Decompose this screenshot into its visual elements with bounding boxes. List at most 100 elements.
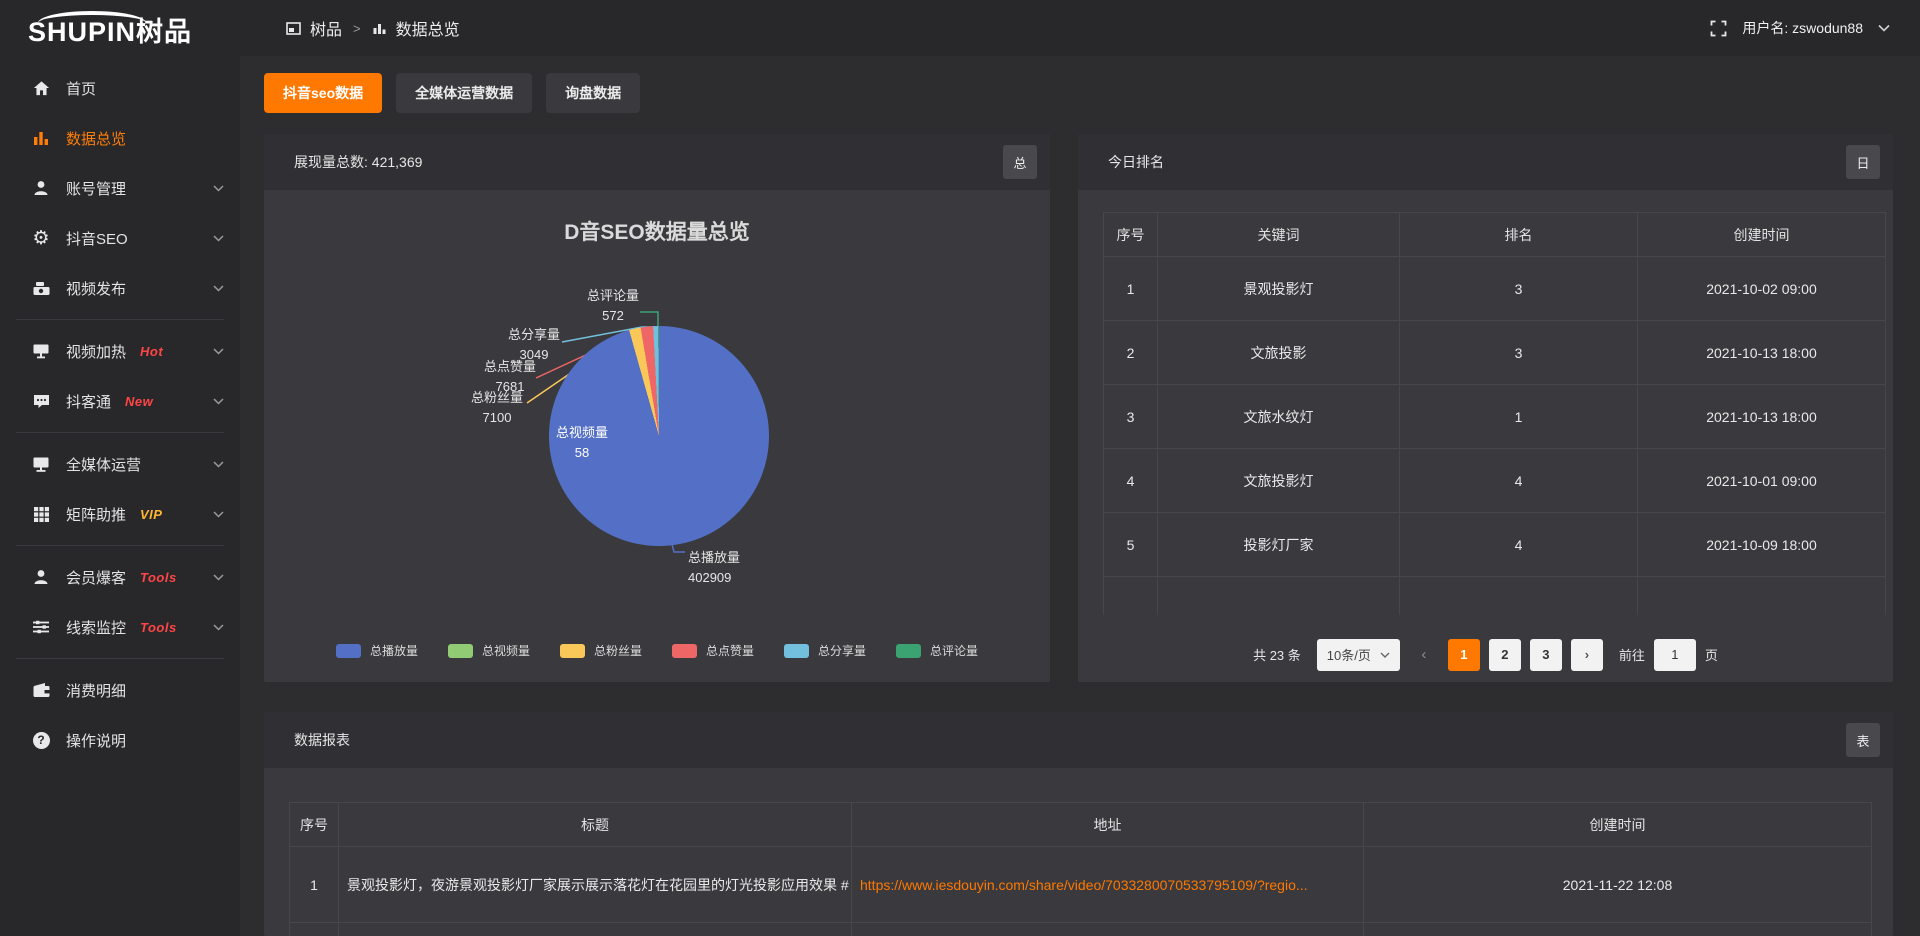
prev-page-button[interactable]: ‹ [1409, 639, 1439, 671]
sidebar-item-media-operation[interactable]: 全媒体运营 [0, 439, 240, 489]
chevron-down-icon [1380, 652, 1390, 658]
sidebar-item-matrix-boost[interactable]: 矩阵助推 VIP [0, 489, 240, 539]
question-icon: ? [30, 732, 52, 749]
sidebar-divider [16, 432, 224, 433]
sidebar-item-label: 首页 [66, 78, 96, 99]
sidebar-item-instructions[interactable]: ? 操作说明 [0, 715, 240, 765]
sidebar-item-label: 全媒体运营 [66, 454, 141, 475]
logo-wrap: SHUPIN树品 [0, 11, 240, 46]
screen-icon [30, 342, 52, 360]
legend-swatch [560, 644, 585, 658]
chevron-down-icon [213, 511, 224, 518]
app-window: SHUPIN树品 树品 > 数据总览 用户名: zswodun88 [0, 0, 1920, 936]
table-row: 2 文旅投影 3 2021-10-13 18:00 [1104, 321, 1886, 385]
sidebar-item-label: 账号管理 [66, 178, 126, 199]
table-empty-row [290, 923, 1872, 936]
data-tabs: 抖音seo数据 全媒体运营数据 询盘数据 [264, 73, 1893, 113]
table-view-button[interactable]: 表 [1846, 723, 1880, 757]
sidebar-divider [16, 545, 224, 546]
table-row: 5 投影灯厂家 4 2021-10-09 18:00 [1104, 513, 1886, 577]
col-title: 标题 [339, 803, 852, 847]
sidebar-item-douyin-seo[interactable]: ⚙ 抖音SEO [0, 213, 240, 263]
tab-media-operation-data[interactable]: 全媒体运营数据 [396, 73, 532, 113]
page-button-2[interactable]: 2 [1489, 639, 1521, 671]
chevron-down-icon[interactable] [1878, 24, 1890, 32]
username[interactable]: 用户名: zswodun88 [1742, 18, 1863, 38]
tab-douyin-seo-data[interactable]: 抖音seo数据 [264, 73, 382, 113]
legend-swatch [672, 644, 697, 658]
sidebar-item-data-overview[interactable]: 数据总览 [0, 113, 240, 163]
sidebar-item-label: 线索监控 [66, 617, 126, 638]
legend-item-likes[interactable]: 总点赞量 [672, 642, 754, 659]
wallet-icon [30, 681, 52, 700]
report-title: 数据报表 [294, 730, 350, 750]
sliders-icon [30, 618, 52, 636]
video-link[interactable]: https://www.iesdouyin.com/share/video/70… [860, 877, 1308, 893]
chart-panel-header: 展现量总数: 421,369 总 [264, 134, 1050, 190]
next-page-button[interactable]: › [1571, 639, 1603, 671]
video-publish-icon [30, 279, 52, 298]
pie-label-fans: 总粉丝量 7100 [461, 388, 533, 428]
ranking-title: 今日排名 [1108, 152, 1164, 172]
sidebar-item-video-heat[interactable]: 视频加热 Hot [0, 326, 240, 376]
tools-badge: Tools [140, 620, 177, 635]
table-row: 1 景观投影灯 3 2021-10-02 09:00 [1104, 257, 1886, 321]
chart-legend: 总播放量 总视频量 总粉丝量 总点赞量 总分享量 总评论量 [264, 642, 1050, 659]
legend-item-comments[interactable]: 总评论量 [896, 642, 978, 659]
total-view-button[interactable]: 总 [1003, 145, 1037, 179]
tab-inquiry-data[interactable]: 询盘数据 [546, 73, 640, 113]
pagination: 共 23 条 10条/页 ‹ 1 2 3 › 前往 页 [1078, 639, 1893, 671]
new-badge: New [125, 394, 153, 409]
chevron-down-icon [213, 185, 224, 192]
legend-item-plays[interactable]: 总播放量 [336, 642, 418, 659]
sidebar-item-video-publish[interactable]: 视频发布 [0, 263, 240, 313]
goto-page-input[interactable] [1654, 639, 1696, 671]
col-url: 地址 [852, 803, 1364, 847]
total-count: 共 23 条 [1253, 645, 1301, 664]
pie-chart-area: D音SEO数据量总览 总评论量 572 总分享量 [264, 190, 1050, 682]
bar-chart-icon [30, 129, 52, 147]
fullscreen-icon[interactable] [1710, 20, 1727, 37]
seo-chart-panel: 展现量总数: 421,369 总 D音SEO数据量总览 总评论量 [264, 134, 1050, 682]
breadcrumb: 树品 > 数据总览 [286, 16, 460, 40]
breadcrumb-separator: > [353, 21, 361, 36]
sidebar-item-home[interactable]: 首页 [0, 63, 240, 113]
sidebar-item-douketong[interactable]: 抖客通 New [0, 376, 240, 426]
logo-arc-decoration [38, 11, 146, 23]
sidebar-item-account[interactable]: 账号管理 [0, 163, 240, 213]
video-url-cell: https://www.iesdouyin.com/share/video/70… [852, 847, 1364, 923]
sidebar-divider [16, 658, 224, 659]
table-header-row: 序号 关键词 排名 创建时间 [1104, 213, 1886, 257]
tools-badge: Tools [140, 570, 177, 585]
table-row: 3 文旅水纹灯 1 2021-10-13 18:00 [1104, 385, 1886, 449]
panels-row: 展现量总数: 421,369 总 D音SEO数据量总览 总评论量 [264, 134, 1893, 682]
sidebar-item-lead-monitor[interactable]: 线索监控 Tools [0, 602, 240, 652]
bar-chart-icon [372, 21, 387, 36]
sidebar-item-expense-detail[interactable]: 消费明细 [0, 665, 240, 715]
sidebar-item-label: 视频发布 [66, 278, 126, 299]
legend-swatch [896, 644, 921, 658]
pie-label-videos: 总视频量 58 [544, 423, 620, 463]
chevron-down-icon [213, 235, 224, 242]
page-size-select[interactable]: 10条/页 [1317, 639, 1400, 671]
col-keyword: 关键词 [1158, 213, 1400, 257]
page-button-1[interactable]: 1 [1448, 639, 1480, 671]
legend-item-shares[interactable]: 总分享量 [784, 642, 866, 659]
sidebar-item-label: 抖客通 [66, 391, 111, 412]
chevron-down-icon [213, 398, 224, 405]
table-row: 1 景观投影灯，夜游景观投影灯厂家展示展示落花灯在花园里的灯光投影应用效果 # … [290, 847, 1872, 923]
table-header-row: 序号 标题 地址 创建时间 [290, 803, 1872, 847]
page-button-3[interactable]: 3 [1530, 639, 1562, 671]
video-title-cell: 景观投影灯，夜游景观投影灯厂家展示展示落花灯在花园里的灯光投影应用效果 # [339, 847, 852, 923]
legend-item-videos[interactable]: 总视频量 [448, 642, 530, 659]
topbar: SHUPIN树品 树品 > 数据总览 用户名: zswodun88 [0, 0, 1920, 56]
day-view-button[interactable]: 日 [1846, 145, 1880, 179]
legend-item-fans[interactable]: 总粉丝量 [560, 642, 642, 659]
user-icon [30, 179, 52, 197]
chevron-down-icon [213, 461, 224, 468]
col-index: 序号 [290, 803, 339, 847]
sidebar-item-member-burst[interactable]: 会员爆客 Tools [0, 552, 240, 602]
breadcrumb-root[interactable]: 树品 [310, 16, 342, 40]
ranking-panel-header: 今日排名 日 [1078, 134, 1893, 190]
chat-icon [30, 392, 52, 411]
